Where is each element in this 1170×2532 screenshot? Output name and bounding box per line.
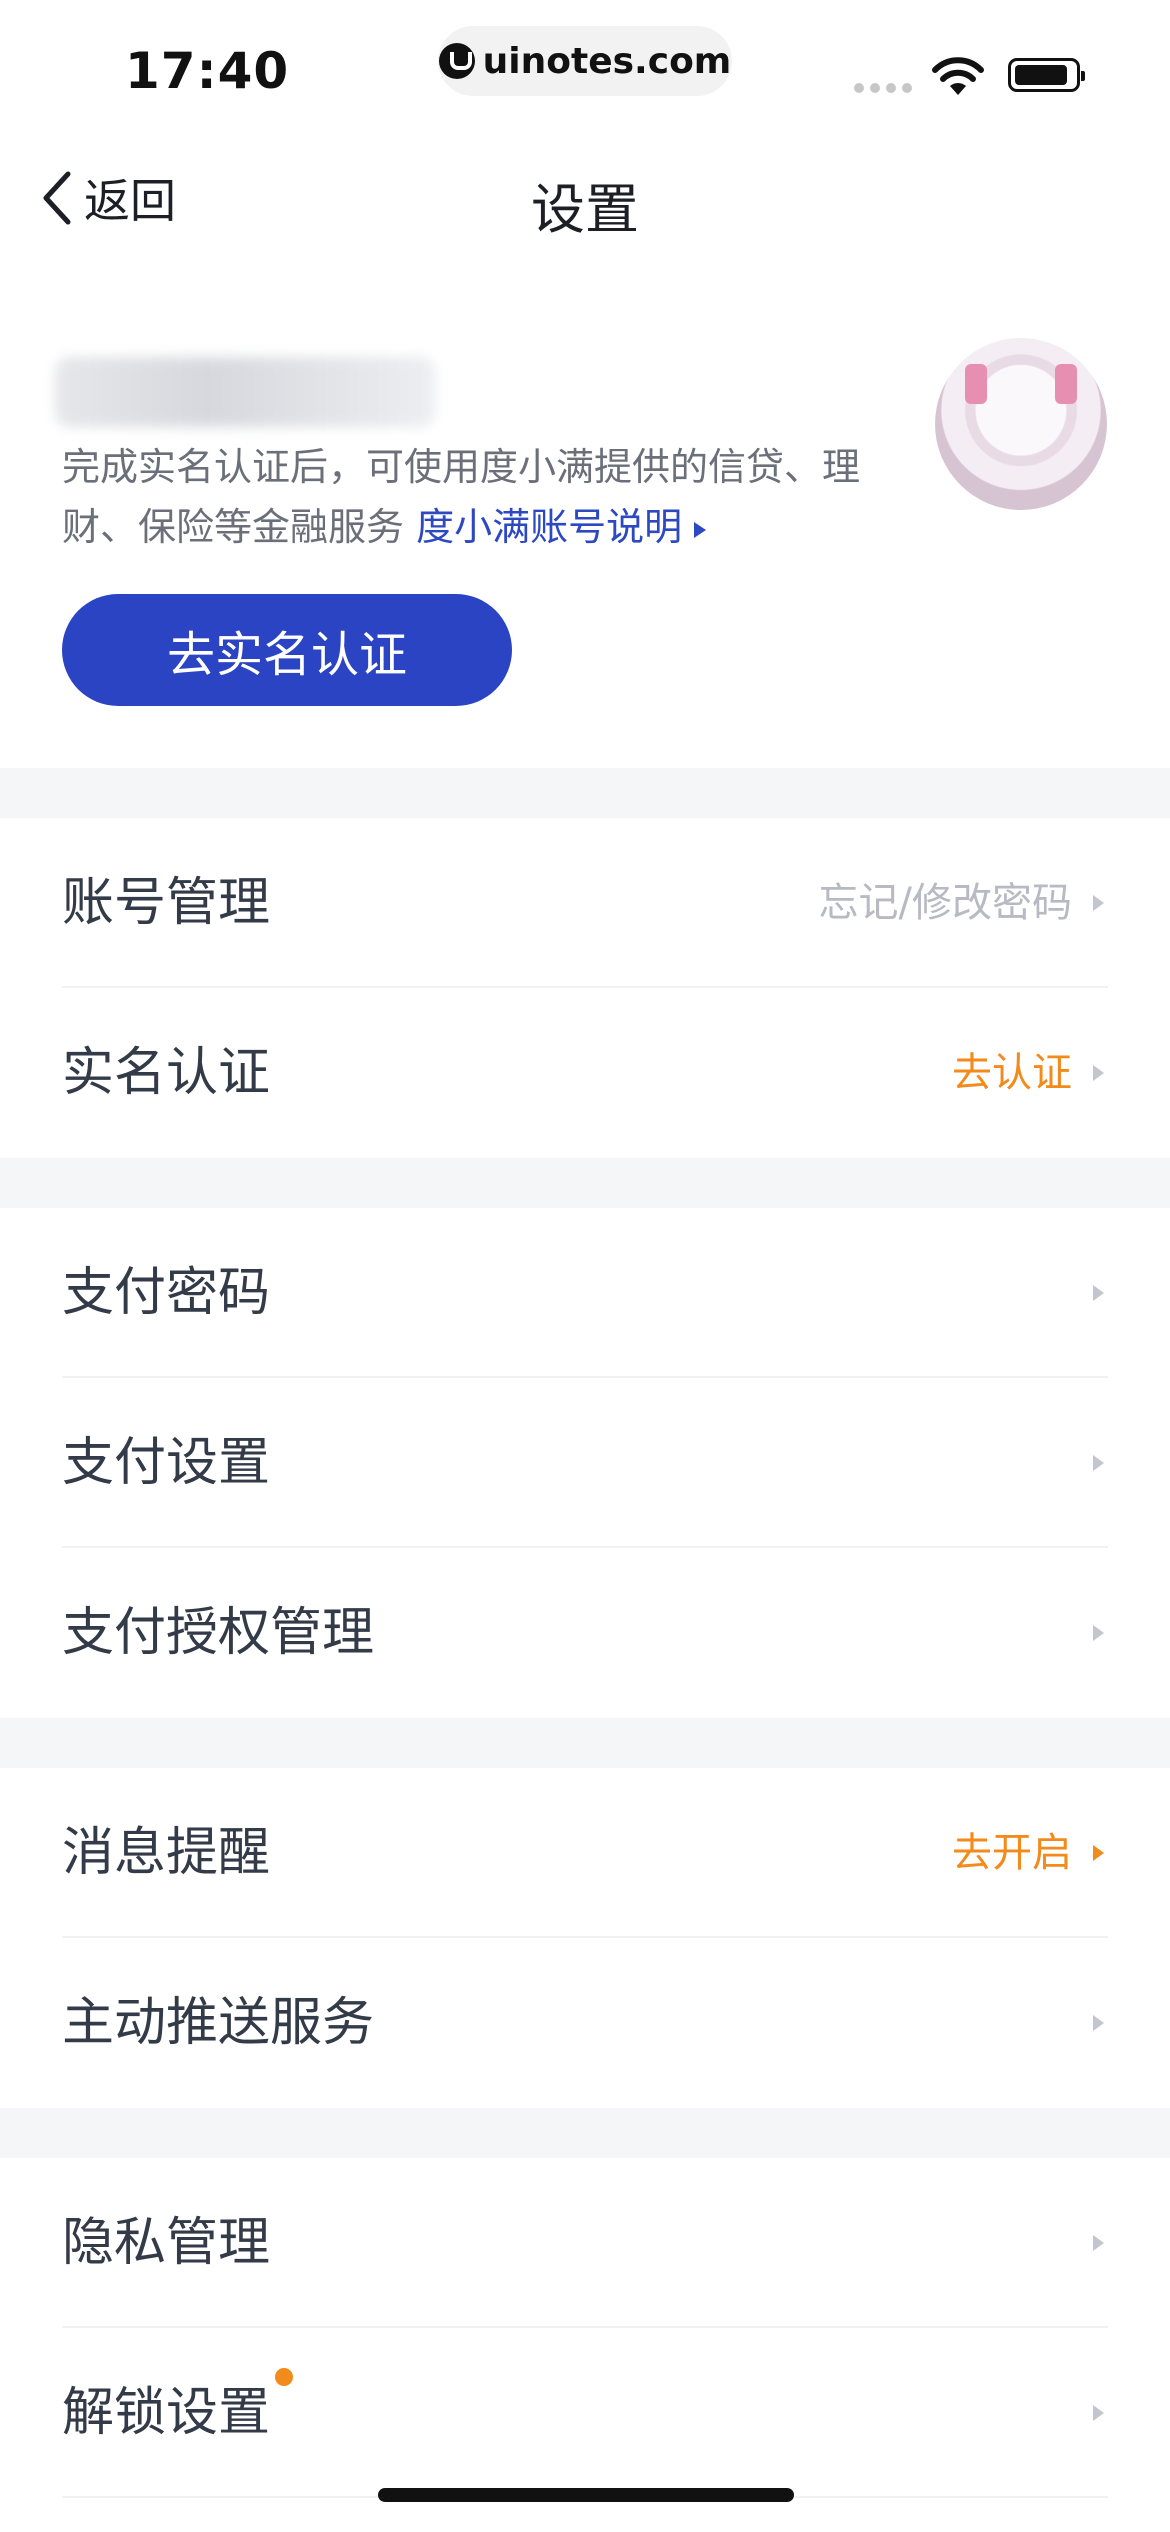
notification-dot	[275, 2368, 293, 2386]
row-account-management[interactable]: 账号管理 忘记/修改密码	[0, 818, 1170, 988]
page-title: 设置	[531, 178, 639, 241]
row-label: 隐私管理	[62, 2213, 271, 2273]
chevron-right-icon	[1093, 1065, 1104, 1081]
row-real-name-verification[interactable]: 实名认证 去认证	[0, 988, 1170, 1158]
site-logo-icon	[438, 43, 475, 79]
row-hint: 去认证	[952, 1050, 1072, 1096]
row-label: 实名认证	[62, 1043, 271, 1103]
chevron-right-icon	[1093, 1845, 1104, 1861]
verify-identity-button[interactable]: 去实名认证	[62, 594, 512, 706]
url-text: uinotes.com	[482, 40, 732, 82]
row-label: 主动推送服务	[62, 1993, 375, 2053]
row-hint: 去开启	[952, 1830, 1072, 1876]
chevron-right-icon	[1093, 2235, 1104, 2251]
row-label: 支付设置	[62, 1433, 271, 1493]
row-hint: 忘记/修改密码	[818, 880, 1072, 926]
row-payment-authorization[interactable]: 支付授权管理	[0, 1548, 1170, 1718]
chevron-right-icon	[1093, 1455, 1104, 1471]
row-payment-settings[interactable]: 支付设置	[0, 1378, 1170, 1548]
blurred-account-name	[55, 357, 435, 427]
chevron-right-icon	[1093, 1285, 1104, 1301]
chevron-right-icon	[1093, 1625, 1104, 1641]
wifi-icon	[932, 57, 984, 95]
battery-icon	[1008, 58, 1085, 92]
row-message-reminder[interactable]: 消息提醒 去开启	[0, 1768, 1170, 1938]
status-time: 17:40	[125, 42, 290, 100]
url-pill[interactable]: uinotes.com	[438, 26, 732, 96]
row-payment-password[interactable]: 支付密码	[0, 1208, 1170, 1378]
row-privacy-management[interactable]: 隐私管理	[0, 2158, 1170, 2328]
profile-description: 完成实名认证后，可使用度小满提供的信贷、理财、保险等金融服务 度小满账号说明	[62, 437, 902, 557]
row-label: 支付密码	[62, 1263, 271, 1323]
account-info-link-label: 度小满账号说明	[416, 505, 683, 549]
section-gap	[0, 1718, 1170, 1768]
avatar[interactable]	[935, 338, 1107, 510]
section-gap	[0, 2108, 1170, 2158]
section-gap	[0, 768, 1170, 818]
row-label: 账号管理	[62, 873, 271, 933]
home-indicator	[378, 2488, 794, 2502]
row-label: 解锁设置	[62, 2383, 271, 2443]
section-gap	[0, 1158, 1170, 1208]
account-info-link[interactable]: 度小满账号说明	[416, 505, 707, 549]
row-label: 支付授权管理	[62, 1603, 375, 1663]
chevron-right-icon	[1093, 2015, 1104, 2031]
chevron-right-icon	[1093, 2405, 1104, 2421]
chevron-right-icon	[1093, 895, 1104, 911]
row-label: 消息提醒	[62, 1823, 271, 1883]
row-unlock-settings[interactable]: 解锁设置	[0, 2328, 1170, 2498]
link-arrow-icon	[694, 521, 707, 538]
signal-icon	[854, 83, 912, 93]
row-push-service[interactable]: 主动推送服务	[0, 1938, 1170, 2108]
